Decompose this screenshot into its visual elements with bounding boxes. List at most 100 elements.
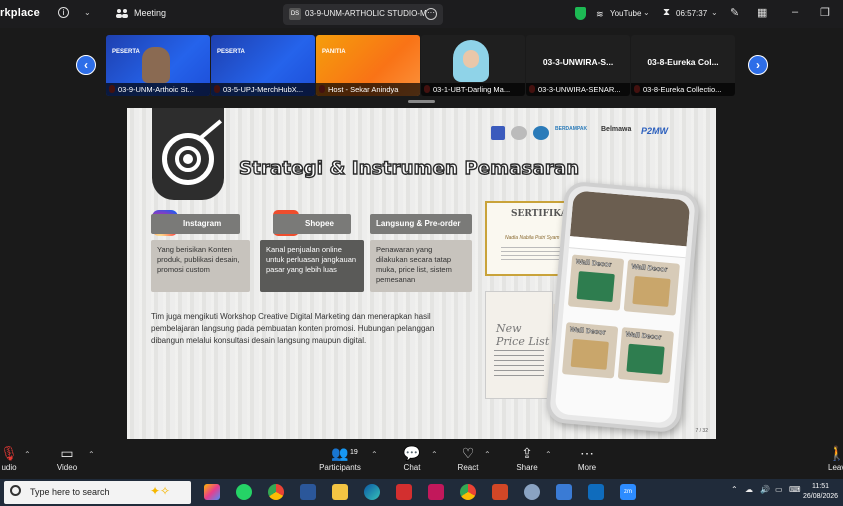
meeting-title-bar: rkplace i ⌄ Meeting DS 03-9-UNM-ARTHOLIC…	[0, 0, 843, 28]
powerpoint-icon[interactable]	[492, 484, 508, 500]
product-label: Wall Decor	[569, 326, 606, 337]
participant-name: 03-5-UPJ-MerchHubX...	[211, 83, 315, 96]
participant-tile[interactable]: 03-3-UNWIRA-S... 03-3-UNWIRA-SENAR...	[526, 35, 630, 96]
share-screen-icon: ⇪	[521, 445, 533, 461]
meeting-toolbar: 🎙 udio ⌃ ▭ Video ⌃ 👥 Participants 19 ⌃ 💬…	[0, 441, 843, 479]
participant-tile[interactable]: PANITIA Host - Sekar Anindya	[316, 35, 420, 96]
chevron-down-icon[interactable]: ⌄	[711, 8, 718, 17]
participant-tile[interactable]: PESERTA 03-9-UNM-Arthoic St...	[106, 35, 210, 96]
wifi-icon: ≋	[596, 9, 604, 19]
exit-icon: 🚶	[828, 445, 843, 461]
product-art	[576, 271, 615, 303]
slide-title: Strategi & Instrumen Pemasaran	[238, 157, 580, 179]
keyboard-icon[interactable]: ⌨	[789, 485, 801, 494]
participant-tile[interactable]: 03-8-Eureka Col... 03-8-Eureka Collectio…	[631, 35, 735, 96]
heart-icon: ♡	[461, 445, 475, 461]
participants-count: 19	[350, 449, 358, 456]
meeting-label[interactable]: Meeting	[134, 8, 166, 18]
more-options-icon[interactable]: ···	[425, 8, 437, 20]
chrome-profile-icon[interactable]	[460, 484, 476, 500]
participant-name: 03-9-UNM-Arthoic St...	[106, 83, 210, 96]
chat-button[interactable]: 💬 Chat	[398, 445, 426, 472]
react-options-caret[interactable]: ⌃	[484, 450, 491, 459]
product-card: Wall Decor	[567, 254, 625, 311]
chevron-down-icon[interactable]: ⌄	[643, 8, 650, 17]
app-icon[interactable]	[428, 484, 444, 500]
taskbar-time: 11:51	[812, 483, 830, 490]
tile-tag: PANITIA	[322, 49, 346, 55]
more-button[interactable]: ⋯ More	[574, 445, 600, 472]
volume-icon[interactable]: 🔊	[760, 485, 770, 494]
pricelist-title: New Price List	[496, 322, 550, 348]
shared-slide: Strategi & Instrumen Pemasaran BERDAMPAK…	[127, 108, 716, 439]
search-icon	[10, 485, 21, 496]
shield-icon[interactable]	[575, 7, 586, 20]
acrobat-icon[interactable]	[396, 484, 412, 500]
participants-options-caret[interactable]: ⌃	[371, 450, 378, 459]
p2mw-logo: P2MW	[641, 126, 668, 136]
participant-name-large: 03-3-UNWIRA-S...	[542, 57, 614, 67]
grid-view-icon[interactable]: ▦	[757, 6, 767, 19]
leave-button[interactable]: 🚶 Leav	[828, 445, 843, 472]
restore-icon[interactable]: ❐	[820, 6, 830, 19]
annotate-icon[interactable]: ✎	[730, 6, 739, 19]
file-explorer-icon[interactable]	[332, 484, 348, 500]
participant-tile[interactable]: 03-1-UBT-Darling Ma...	[421, 35, 525, 96]
zoom-icon[interactable]: zm	[620, 484, 636, 500]
pricelist-image: New Price List	[485, 291, 553, 399]
product-art	[632, 275, 671, 307]
info-icon[interactable]: i	[58, 7, 69, 18]
chat-options-caret[interactable]: ⌃	[431, 450, 438, 459]
react-button[interactable]: ♡ React	[454, 445, 482, 472]
minimize-icon[interactable]: –	[792, 6, 798, 18]
chevron-down-icon[interactable]: ⌄	[84, 8, 91, 17]
edge-icon[interactable]	[364, 484, 380, 500]
participant-name: 03-8-Eureka Collectio...	[631, 83, 735, 96]
taskbar-search[interactable]: Type here to search ✦✧	[4, 481, 191, 504]
mic-muted-icon: 🎙	[0, 445, 18, 461]
participant-strip: ‹ PESERTA 03-9-UNM-Arthoic St... PESERTA…	[0, 28, 843, 103]
share-label: Share	[516, 463, 538, 472]
word-icon[interactable]	[300, 484, 316, 500]
people-icon	[116, 9, 128, 18]
card-head-langsung: Langsung & Pre-order	[370, 214, 472, 234]
chat-label: Chat	[403, 463, 421, 472]
target-icon	[162, 133, 214, 185]
kemdikbud-logo-icon	[533, 126, 549, 140]
product-label: Wall Decor	[631, 263, 668, 274]
copilot-icon[interactable]	[204, 484, 220, 500]
product-art	[626, 343, 665, 375]
audio-label: udio	[1, 463, 17, 472]
phone-mockup: Wall Decor Wall Decor Wall Decor Wall De…	[544, 180, 701, 434]
network-icon[interactable]: ▭	[775, 485, 783, 494]
audio-button[interactable]: 🎙 udio	[0, 445, 18, 472]
participant-name: 03-3-UNWIRA-SENAR...	[526, 83, 630, 96]
belmawa-logo: Belmawa	[601, 126, 632, 133]
video-options-caret[interactable]: ⌃	[88, 450, 95, 459]
video-button[interactable]: ▭ Video	[52, 445, 82, 472]
whatsapp-icon[interactable]	[236, 484, 252, 500]
react-label: React	[457, 463, 479, 472]
youtube-label[interactable]: YouTube	[610, 9, 641, 18]
taskbar-clock[interactable]: 11:51 26/08/2026	[803, 482, 838, 502]
card-body-langsung: Penawaran yang dilakukan secara tatap mu…	[370, 240, 472, 292]
participant-tile[interactable]: PESERTA 03-5-UPJ-MerchHubX...	[211, 35, 315, 96]
tab-title: 03-9-UNM-ARTHOLIC STUDIO-M	[305, 9, 427, 18]
university-logo-icon	[511, 126, 527, 140]
chrome-icon[interactable]	[268, 484, 284, 500]
app-icon[interactable]	[556, 484, 572, 500]
strip-prev-button[interactable]: ‹	[76, 55, 96, 75]
audio-options-caret[interactable]: ⌃	[24, 450, 31, 459]
strip-drag-handle[interactable]	[408, 100, 435, 103]
tray-chevron-icon[interactable]: ⌃	[731, 485, 738, 494]
partner-logos: BERDAMPAK Belmawa P2MW	[491, 126, 675, 140]
share-button[interactable]: ⇪ Share	[512, 445, 542, 472]
strip-next-button[interactable]: ›	[748, 55, 768, 75]
slide-paragraph: Tim juga mengikuti Workshop Creative Dig…	[151, 312, 435, 345]
outlook-icon[interactable]	[588, 484, 604, 500]
cloud-icon[interactable]: ☁	[745, 485, 753, 494]
more-label: More	[577, 463, 597, 472]
app-icon[interactable]	[524, 484, 540, 500]
card-head-shopee: Shopee	[273, 214, 351, 234]
share-options-caret[interactable]: ⌃	[545, 450, 552, 459]
